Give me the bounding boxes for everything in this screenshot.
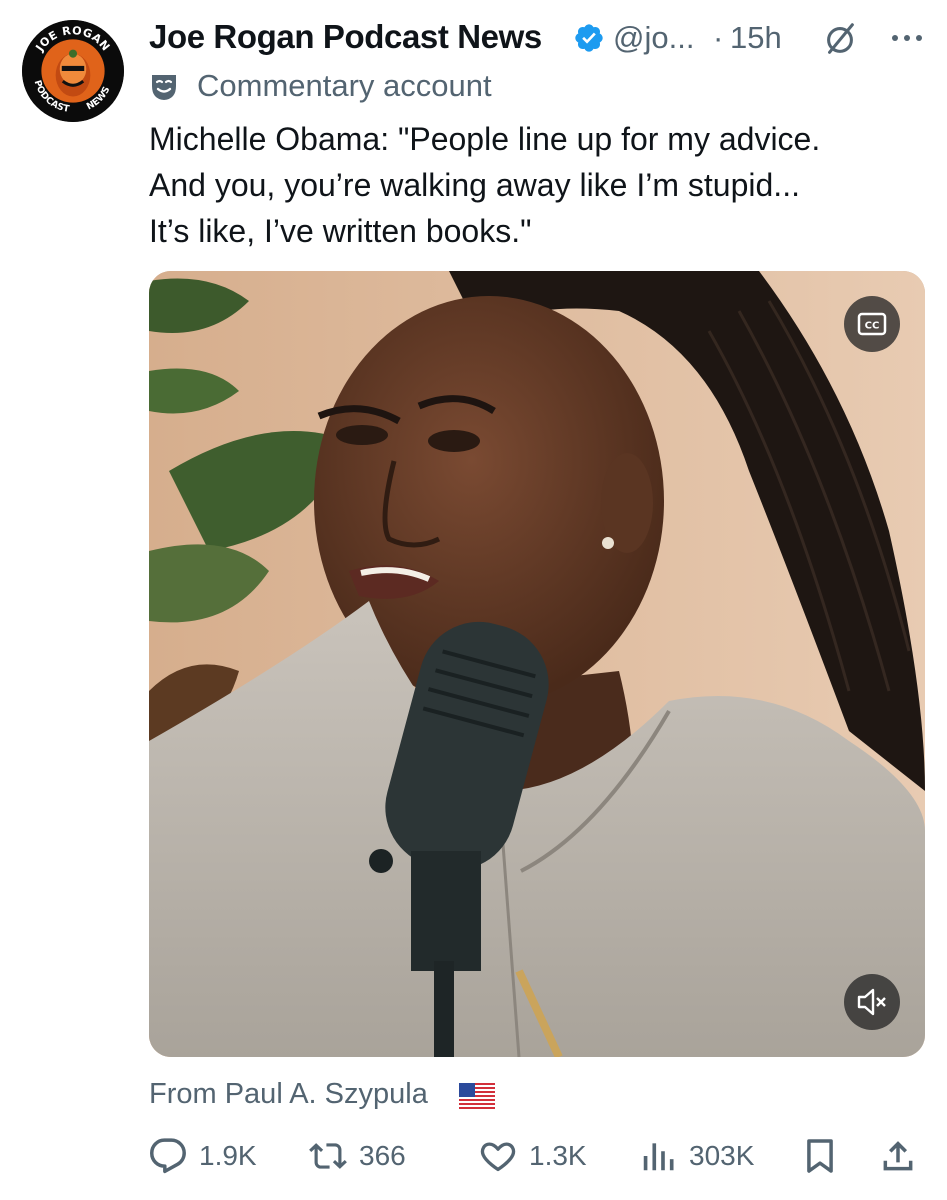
bookmark-button[interactable]	[801, 1133, 839, 1179]
tweet-text-line: And you, you’re walking away like I’m st…	[149, 167, 800, 203]
mask-icon	[152, 75, 176, 100]
more-icon[interactable]	[887, 18, 927, 58]
commentary-text: Commentary account	[197, 68, 492, 103]
share-button[interactable]	[879, 1133, 917, 1179]
repost-button[interactable]: 366	[309, 1133, 406, 1179]
tweet-text-line: Michelle Obama: "People line up for my a…	[149, 121, 821, 157]
views-count: 303K	[689, 1140, 755, 1171]
share-icon	[883, 1141, 913, 1171]
handle[interactable]: @jo...	[613, 20, 694, 56]
video-player[interactable]: CC	[149, 271, 925, 1057]
like-button[interactable]: 1.3K	[479, 1133, 587, 1179]
timestamp[interactable]: 15h	[730, 20, 782, 56]
repost-count: 366	[359, 1140, 406, 1171]
captions-button[interactable]: CC	[844, 296, 900, 352]
reply-button[interactable]: 1.9K	[149, 1133, 257, 1179]
source-attribution[interactable]: From Paul A. Szypula	[149, 1078, 428, 1111]
reply-icon	[150, 1138, 186, 1174]
mute-button[interactable]	[844, 974, 900, 1030]
repost-icon	[309, 1143, 347, 1169]
mute-icon	[857, 988, 886, 1016]
separator: ·	[713, 20, 724, 55]
reply-count: 1.9K	[199, 1140, 257, 1171]
views-button[interactable]: 303K	[639, 1133, 754, 1179]
grok-icon[interactable]	[821, 20, 859, 58]
like-count: 1.3K	[529, 1140, 587, 1171]
video-frame	[149, 271, 925, 1057]
flag-icon	[459, 1083, 495, 1109]
tweet-text: Michelle Obama: "People line up for my a…	[149, 116, 929, 254]
verified-badge-icon	[575, 24, 603, 52]
cc-label: CC	[865, 321, 880, 332]
action-bar: 1.9K 366 1.3K 303K	[149, 1133, 929, 1179]
tweet-text-line: It’s like, I’ve written books."	[149, 213, 532, 249]
tweet-header: Joe Rogan Podcast News @jo... · 15h	[149, 14, 939, 64]
avatar[interactable]: JOE ROGAN PODCAST NEWS	[22, 20, 124, 122]
like-icon	[480, 1142, 516, 1172]
views-icon	[643, 1143, 674, 1171]
cc-icon: CC	[857, 312, 887, 336]
bookmark-icon	[807, 1139, 833, 1173]
display-name[interactable]: Joe Rogan Podcast News	[149, 18, 542, 56]
